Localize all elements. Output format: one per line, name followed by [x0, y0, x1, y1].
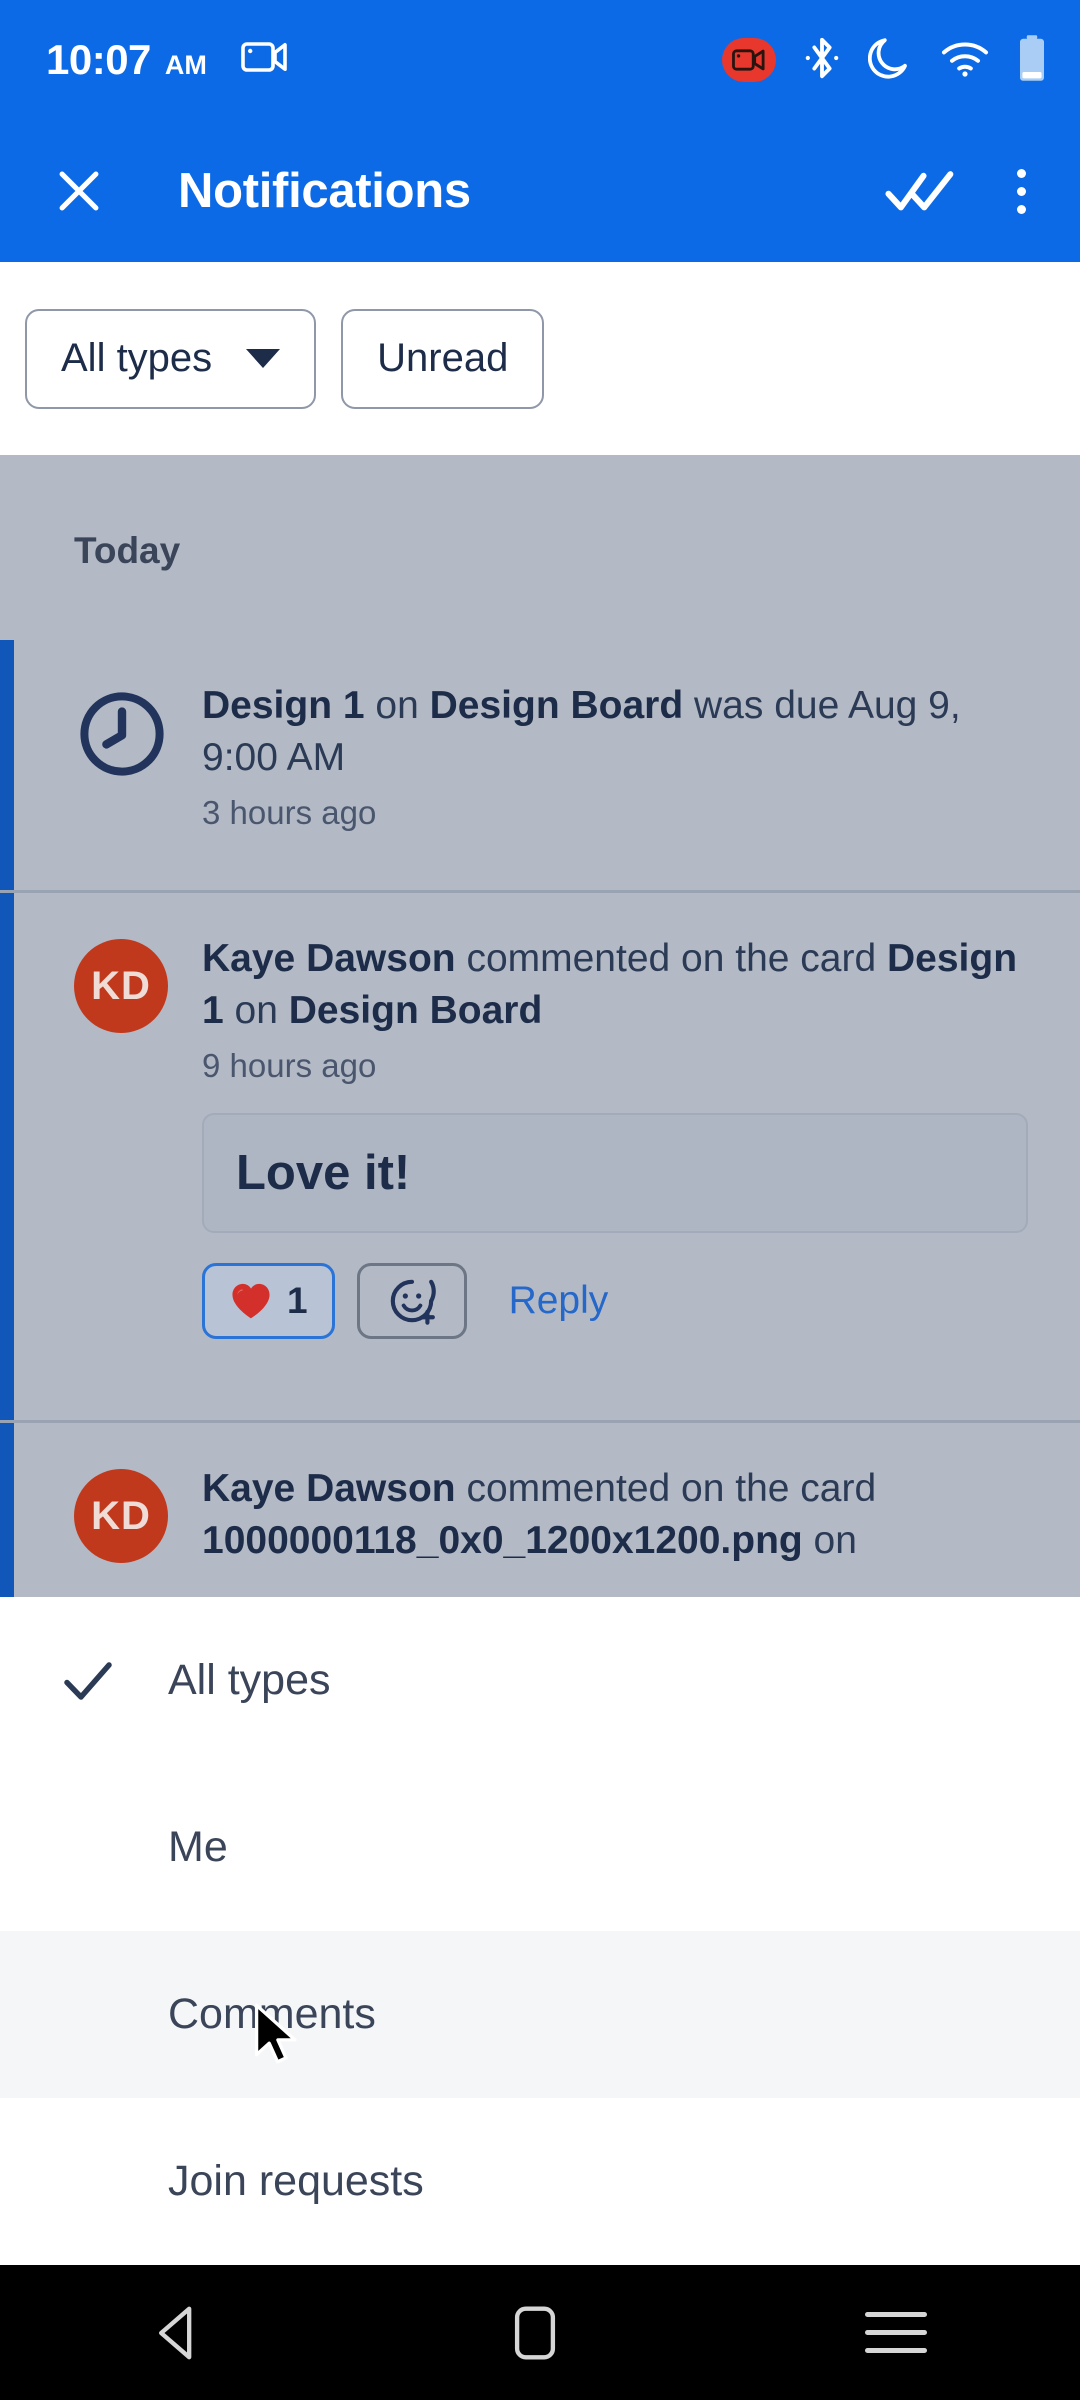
notification-list: Today Design 1 on Design Board was due A… [0, 455, 1080, 1597]
wifi-icon [940, 38, 990, 83]
notification-timestamp: 9 hours ago [202, 1046, 377, 1084]
avatar-initials: KD [74, 1469, 168, 1563]
filter-chip-unread[interactable]: Unread [341, 308, 545, 409]
heart-icon [232, 1283, 270, 1318]
notification-body: Design 1 on Design Board was due Aug 9, … [178, 680, 1028, 854]
filter-bar: All types Unread [0, 262, 1080, 455]
sheet-option-comments[interactable]: Comments [0, 1931, 1080, 2098]
unread-indicator [0, 640, 14, 890]
battery-icon [1018, 34, 1046, 87]
comment-preview: Love it! [202, 1112, 1028, 1233]
reaction-row: 1 Reply [202, 1262, 1028, 1339]
sheet-option-label: All types [168, 1656, 331, 1704]
home-icon[interactable] [512, 2304, 558, 2362]
status-bar: 10:07 AM [0, 0, 1080, 120]
sheet-option-me[interactable]: Me [0, 1764, 1080, 1931]
filter-chip-all-types[interactable]: All types [25, 308, 317, 409]
section-header-today: Today [74, 530, 181, 571]
mark-all-read-icon[interactable] [885, 163, 955, 219]
back-icon[interactable] [153, 2305, 205, 2361]
status-bar-icons [722, 34, 1046, 87]
avatar: KD [74, 933, 178, 1384]
notification-timestamp: 3 hours ago [202, 793, 377, 831]
notification-item-due-date[interactable]: Design 1 on Design Board was due Aug 9, … [0, 640, 1080, 890]
notification-text: Kaye Dawson commented on the card Design… [202, 937, 1018, 1032]
add-reaction-icon[interactable] [356, 1262, 467, 1339]
heart-reaction-count: 1 [287, 1279, 308, 1321]
unread-indicator [0, 1423, 14, 1597]
sheet-option-all-types[interactable]: All types [0, 1597, 1080, 1764]
status-time: 10:07 [46, 36, 151, 83]
check-icon [58, 1651, 118, 1711]
heart-reaction-chip[interactable]: 1 [202, 1262, 335, 1339]
bluetooth-icon [804, 35, 840, 86]
overflow-menu-icon[interactable] [1003, 168, 1040, 214]
app-bar: Notifications [0, 120, 1080, 262]
android-nav-bar [0, 2265, 1080, 2400]
notification-body: Kaye Dawson commented on the card Design… [178, 933, 1028, 1384]
unread-indicator [0, 893, 14, 1420]
avatar-initials: KD [74, 939, 168, 1033]
notification-body: Kaye Dawson commented on the card 100000… [178, 1463, 1028, 1597]
notification-item-comment-png[interactable]: KD Kaye Dawson commented on the card 100… [0, 1423, 1080, 1597]
screen-cast-icon [241, 40, 289, 76]
sheet-option-label: Me [168, 1823, 228, 1871]
filter-type-bottom-sheet: All types Me Comments Join requests [0, 1597, 1080, 2265]
notification-text: Design 1 on Design Board was due Aug 9, … [202, 684, 961, 779]
clock-icon [74, 680, 178, 854]
avatar: KD [74, 1463, 178, 1597]
page-title: Notifications [178, 164, 471, 218]
status-bar-clock: 10:07 AM [46, 36, 289, 84]
do-not-disturb-icon [867, 35, 912, 86]
phone-screen: 10:07 AM Notifications All types Unread … [0, 0, 1080, 2400]
filter-chip-unread-label: Unread [377, 336, 509, 380]
status-ampm: AM [164, 50, 207, 80]
sheet-option-label: Join requests [168, 2157, 424, 2205]
recents-icon[interactable] [864, 2312, 927, 2353]
app-bar-actions [885, 163, 1040, 219]
chevron-down-icon [246, 349, 281, 368]
sheet-option-join-requests[interactable]: Join requests [0, 2098, 1080, 2265]
screen-record-icon [722, 38, 776, 82]
notification-item-comment-design1[interactable]: KD Kaye Dawson commented on the card Des… [0, 893, 1080, 1420]
close-icon[interactable] [50, 162, 108, 220]
notification-text: Kaye Dawson commented on the card 100000… [202, 1467, 877, 1562]
filter-chip-all-types-label: All types [61, 336, 213, 380]
reply-link[interactable]: Reply [509, 1279, 609, 1323]
sheet-option-label: Comments [168, 1990, 376, 2038]
